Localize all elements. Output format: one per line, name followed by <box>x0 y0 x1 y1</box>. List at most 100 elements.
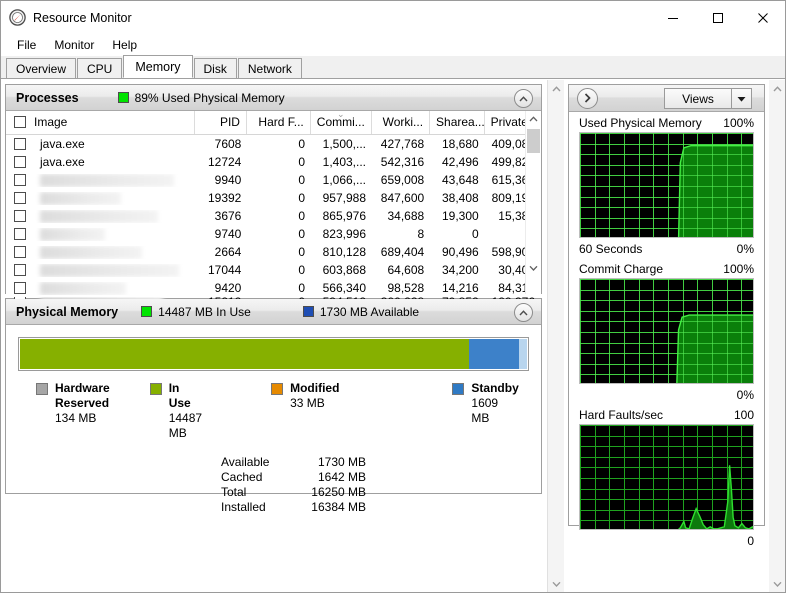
scroll-down-icon[interactable] <box>526 260 541 276</box>
column-header-commi[interactable]: Commi... ⌄ <box>311 111 372 134</box>
summary-value: 1642 MB <box>317 470 366 484</box>
close-button[interactable] <box>740 1 785 34</box>
legend-item-hardware-reserved: Hardware Reserved 134 MB <box>36 381 110 441</box>
row-checkbox[interactable] <box>14 174 26 186</box>
right-scroll-up-icon[interactable] <box>769 80 785 97</box>
row-checkbox[interactable] <box>14 156 26 168</box>
scroll-up-icon[interactable] <box>526 111 541 127</box>
memory-in-use-status: 14487 MB In Use <box>141 305 251 319</box>
row-checkbox[interactable] <box>14 210 26 222</box>
table-row[interactable]: 2664 0 810,128 689,404 90,496 598,908 <box>6 243 541 261</box>
cell-commit: 1,066,... <box>322 173 367 187</box>
cell-image <box>34 227 196 241</box>
table-row[interactable]: java.exe 12724 0 1,403,... 542,316 42,496 499,… <box>6 153 541 171</box>
menu-item-file[interactable]: File <box>9 36 44 54</box>
cell-shareable: 18,680 <box>441 137 479 151</box>
cell-image <box>34 281 196 295</box>
graph-canvas <box>579 132 754 238</box>
table-row[interactable]: 19392 0 957,988 847,600 38,408 809,192 <box>6 189 541 207</box>
tab-memory[interactable]: Memory <box>123 55 193 78</box>
tab-overview[interactable]: Overview <box>6 58 77 78</box>
row-checkbox[interactable] <box>14 282 26 294</box>
cell-working-set: 689,404 <box>380 245 425 259</box>
processes-scrollbar-thumb[interactable] <box>527 129 540 153</box>
cell-image <box>34 209 196 223</box>
row-checkbox[interactable] <box>14 264 26 276</box>
memory-bar-wrap <box>6 325 541 371</box>
cell-hard-faults: 0 <box>298 191 306 205</box>
row-checkbox[interactable] <box>14 246 26 258</box>
graph-min-label: 0% <box>736 242 754 256</box>
graphs-panel: Views Used Physical Memory 100% 60 Seconds… <box>568 84 765 548</box>
cell-shareable: 43,648 <box>441 173 479 187</box>
table-row[interactable]: 9420 0 566,340 98,528 14,216 84,312 <box>6 279 541 297</box>
select-all-checkbox[interactable] <box>14 116 26 128</box>
processes-collapse-button[interactable] <box>514 89 533 108</box>
tab-cpu[interactable]: CPU <box>77 58 123 78</box>
memory-bar-segment-free <box>518 339 527 369</box>
main-scroll-up-icon[interactable] <box>548 80 564 97</box>
tab-disk[interactable]: Disk <box>193 58 237 78</box>
table-row[interactable]: 9940 0 1,066,... 659,008 43,648 615,360 <box>6 171 541 189</box>
row-checkbox[interactable] <box>14 138 26 150</box>
processes-panel-title: Processes <box>16 90 79 105</box>
graph-min-label: 0 <box>747 534 754 548</box>
legend-item-in-use: In Use 14487 MB <box>149 381 202 441</box>
memory-bar-segment-standby <box>468 339 519 369</box>
main-scrollbar[interactable] <box>547 80 564 592</box>
cell-hard-faults: 0 <box>298 227 306 241</box>
row-checkbox[interactable] <box>14 192 26 204</box>
expand-graphs-button[interactable] <box>577 87 598 109</box>
legend-swatch-icon <box>36 383 48 395</box>
summary-row: Available 1730 MB <box>221 455 541 470</box>
physical-memory-panel-title: Physical Memory <box>16 304 119 319</box>
memory-legend: Hardware Reserved 134 MB In Use 14487 MB Mod… <box>6 371 541 441</box>
processes-table: Image PID Hard F... Commi... ⌄ Worki... Sharea… <box>6 111 541 307</box>
legend-value: 1609 MB <box>471 396 499 425</box>
column-header-pid[interactable]: PID <box>195 111 247 134</box>
right-scrollbar[interactable] <box>769 80 785 592</box>
main-scroll-down-icon[interactable] <box>548 575 564 592</box>
graph-hard-faults-sec: Hard Faults/sec 100 0 <box>569 404 764 550</box>
graphs-list: Used Physical Memory 100% 60 Seconds 0% Comm… <box>569 112 764 550</box>
physical-memory-panel: Physical Memory 14487 MB In Use 1730 MB … <box>5 298 542 514</box>
column-header-hardf[interactable]: Hard F... <box>247 111 311 134</box>
processes-table-scrollbar[interactable] <box>525 111 541 294</box>
cell-hard-faults: 0 <box>298 245 306 259</box>
cell-pid: 9940 <box>214 173 242 187</box>
minimize-button[interactable] <box>650 1 695 34</box>
graphs-column: Views Used Physical Memory 100% 60 Seconds… <box>564 80 769 592</box>
cell-shareable: 19,300 <box>441 209 479 223</box>
redacted-process-name <box>40 173 174 187</box>
legend-text: Standby 1609 MB <box>471 381 518 426</box>
cell-commit: 1,500,... <box>322 137 367 151</box>
graph-max-label: 100% <box>723 116 754 130</box>
legend-label: Standby <box>471 381 519 395</box>
tab-strip: Overview CPU Memory Disk Network <box>1 55 785 79</box>
summary-value: 1730 MB <box>317 455 366 469</box>
processes-panel-header[interactable]: Processes 89% Used Physical Memory <box>6 85 541 111</box>
maximize-button[interactable] <box>695 1 740 34</box>
column-header-image[interactable]: Image <box>6 111 196 134</box>
physical-memory-panel-header[interactable]: Physical Memory 14487 MB In Use 1730 MB … <box>6 299 541 325</box>
memory-available-text: 1730 MB Available <box>319 304 420 319</box>
table-row[interactable]: 17044 0 603,868 64,608 34,200 30,408 <box>6 261 541 279</box>
graph-canvas <box>579 278 754 384</box>
menu-item-monitor[interactable]: Monitor <box>46 36 102 54</box>
physical-memory-collapse-button[interactable] <box>514 303 533 322</box>
views-button[interactable]: Views <box>664 88 752 109</box>
column-header-worki[interactable]: Worki... <box>372 111 431 134</box>
cell-pid: 12724 <box>207 155 242 169</box>
table-row[interactable]: 3676 0 865,976 34,688 19,300 15,388 <box>6 207 541 225</box>
column-header-sharea[interactable]: Sharea... <box>430 111 485 134</box>
chevron-down-icon[interactable] <box>731 89 751 108</box>
right-scroll-down-icon[interactable] <box>769 575 785 592</box>
cell-image <box>34 173 196 187</box>
table-row[interactable]: 97400823,996808 <box>6 225 541 243</box>
legend-label: In Use <box>168 381 191 410</box>
tab-network[interactable]: Network <box>237 58 302 78</box>
menu-item-help[interactable]: Help <box>104 36 145 54</box>
table-row[interactable]: java.exe 7608 0 1,500,... 427,768 18,680 409,0… <box>6 135 541 153</box>
cell-commit: 823,996 <box>322 227 367 241</box>
row-checkbox[interactable] <box>14 228 26 240</box>
